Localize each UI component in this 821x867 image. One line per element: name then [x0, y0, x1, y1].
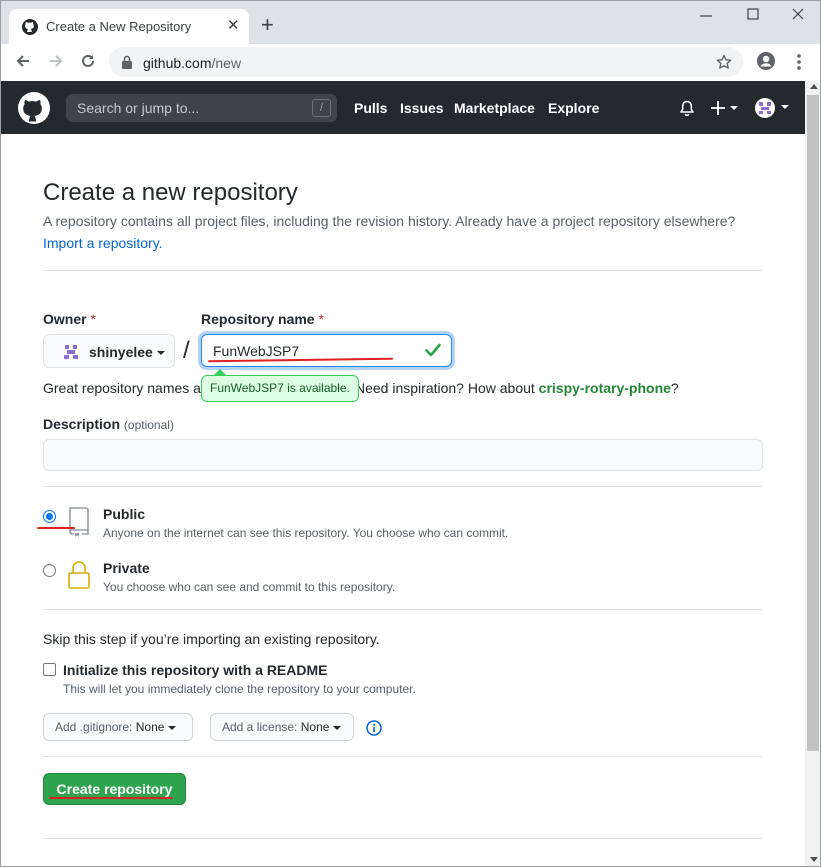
browser-tab[interactable]: Create a New Repository ✕	[9, 9, 249, 44]
github-header: Search or jump to... / Pulls Issues Mark…	[1, 81, 805, 134]
annotation-underline	[37, 527, 75, 529]
private-description: You choose who can see and commit to thi…	[103, 580, 396, 594]
chevron-down-icon	[333, 725, 342, 730]
user-avatar-icon[interactable]	[755, 98, 789, 118]
url-path: /new	[211, 55, 242, 71]
repository-name-input[interactable]: FunWebJSP7	[201, 334, 452, 367]
back-arrow-icon[interactable]	[14, 52, 32, 70]
import-repository-link[interactable]: Import a repository.	[43, 235, 163, 251]
repo-name-label-text: Repository name	[201, 311, 315, 327]
lock-icon	[122, 55, 132, 69]
browser-toolbar: github.com/new	[1, 44, 820, 80]
inspiration-text: Need inspiration? How about crispy-rotar…	[355, 380, 679, 396]
availability-text: FunWebJSP7 is available.	[210, 381, 350, 395]
address-bar[interactable]: github.com/new	[109, 47, 743, 77]
page-title: Create a new repository	[43, 179, 298, 206]
search-shortcut-key: /	[312, 99, 331, 117]
minimize-icon[interactable]	[699, 7, 713, 21]
description-input[interactable]	[43, 439, 763, 471]
bookmark-star-icon[interactable]	[716, 54, 732, 70]
search-placeholder: Search or jump to...	[77, 100, 200, 116]
owner-avatar-icon	[64, 345, 78, 359]
scroll-up-arrow-icon[interactable]	[810, 84, 818, 89]
naming-hint-text: Great repository names ar	[43, 380, 206, 396]
description-label: Description (optional)	[43, 416, 174, 432]
divider	[43, 756, 763, 757]
profile-icon[interactable]	[756, 51, 776, 71]
gitignore-dropdown[interactable]: Add .gitignore: None	[43, 713, 193, 741]
tab-strip: Create a New Repository ✕ +	[1, 1, 820, 44]
gitignore-label: Add .gitignore:	[55, 720, 133, 734]
nav-explore-link[interactable]: Explore	[548, 100, 599, 116]
inspiration-prefix: Need inspiration? How about	[355, 380, 535, 396]
divider	[43, 486, 763, 487]
github-search-input[interactable]: Search or jump to... /	[66, 94, 337, 122]
suggested-name-link[interactable]: crispy-rotary-phone	[539, 380, 671, 396]
page-subtitle: A repository contains all project files,…	[43, 213, 736, 229]
create-new-plus-icon[interactable]	[711, 100, 739, 116]
info-icon[interactable]	[366, 720, 382, 736]
tooltip-arrow	[214, 369, 226, 375]
divider	[43, 609, 763, 610]
owner-value: shinyelee	[89, 344, 165, 360]
description-label-text: Description	[43, 416, 121, 432]
nav-pulls-link[interactable]: Pulls	[354, 100, 387, 116]
chevron-down-icon	[156, 351, 165, 356]
page-scrollbar[interactable]	[805, 81, 820, 866]
window-close-icon[interactable]	[791, 7, 805, 21]
owner-select[interactable]: shinyelee	[43, 334, 175, 368]
github-logo-icon[interactable]	[18, 92, 50, 124]
maximize-icon[interactable]	[746, 7, 760, 21]
notification-bell-icon[interactable]	[679, 100, 695, 117]
license-label: Add a license:	[222, 720, 298, 734]
tab-close-icon[interactable]: ✕	[227, 17, 240, 35]
url-text: github.com/new	[143, 55, 241, 71]
optional-hint: (optional)	[123, 418, 174, 432]
public-description: Anyone on the internet can see this repo…	[103, 526, 509, 540]
public-title: Public	[103, 506, 146, 522]
owner-label: Owner *	[43, 311, 96, 327]
owner-label-text: Owner	[43, 311, 87, 327]
divider	[43, 838, 763, 839]
github-favicon-icon	[22, 19, 38, 35]
owner-name-text: shinyelee	[89, 344, 153, 360]
check-icon	[425, 343, 441, 357]
annotation-underline	[49, 797, 173, 799]
readme-description: This will let you immediately clone the …	[63, 682, 416, 696]
forward-arrow-icon[interactable]	[47, 52, 65, 70]
new-tab-button[interactable]: +	[261, 14, 274, 36]
url-host: github.com	[143, 55, 212, 71]
readme-checkbox[interactable]	[43, 663, 56, 676]
scroll-down-arrow-icon[interactable]	[810, 857, 818, 862]
tab-title: Create a New Repository	[46, 19, 192, 34]
required-mark: *	[90, 311, 96, 327]
chevron-down-icon	[168, 725, 177, 730]
divider	[43, 270, 763, 271]
repo-name-label: Repository name *	[201, 311, 324, 327]
private-title: Private	[103, 560, 150, 576]
availability-tooltip: FunWebJSP7 is available.	[201, 369, 359, 402]
browser-window: Create a New Repository ✕ + github.com/n…	[0, 0, 821, 867]
license-value: None	[300, 720, 330, 734]
gitignore-value: None	[135, 720, 165, 734]
reload-icon[interactable]	[79, 52, 97, 70]
scroll-thumb[interactable]	[807, 95, 819, 751]
license-dropdown[interactable]: Add a license: None	[210, 713, 354, 741]
required-mark: *	[318, 311, 324, 327]
private-lock-icon	[68, 561, 90, 589]
create-repository-button[interactable]: Create repository	[43, 773, 186, 805]
nav-marketplace-link[interactable]: Marketplace	[454, 100, 535, 116]
browser-menu-icon[interactable]	[796, 53, 802, 71]
nav-issues-link[interactable]: Issues	[400, 100, 444, 116]
owner-repo-separator: /	[183, 337, 190, 364]
repository-name-value: FunWebJSP7	[213, 343, 300, 359]
inspiration-suffix: ?	[670, 380, 679, 396]
repo-book-icon	[69, 507, 89, 537]
skip-step-text: Skip this step if you’re importing an ex…	[43, 631, 380, 647]
readme-title[interactable]: Initialize this repository with a README	[63, 662, 327, 678]
public-radio[interactable]	[43, 510, 56, 523]
private-radio[interactable]	[43, 564, 56, 577]
